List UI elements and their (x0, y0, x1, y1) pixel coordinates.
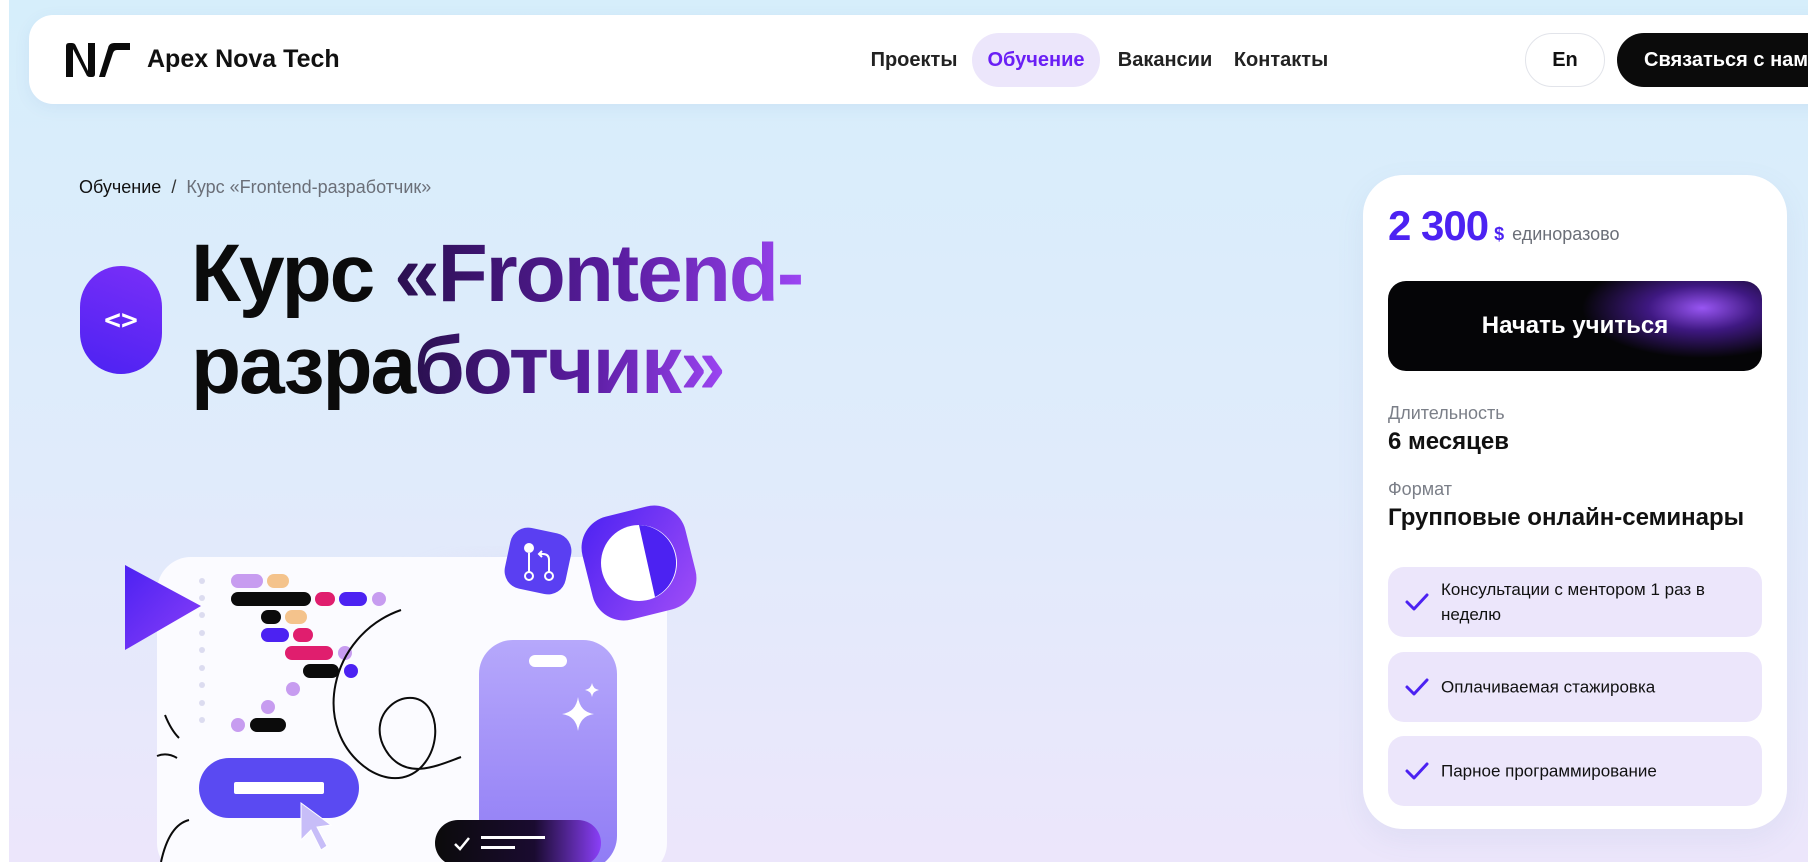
title-plain: Курс (191, 228, 395, 319)
feature-text: Парное программирование (1441, 761, 1657, 781)
price-row: 2 300 $ единоразово (1388, 202, 1620, 250)
brand-name[interactable]: Apex Nova Tech (147, 45, 340, 74)
duration-value: 6 месяцев (1388, 428, 1510, 455)
feature-text: Оплачиваемая стажировка (1441, 677, 1656, 697)
price-note: единоразово (1512, 224, 1620, 244)
language-button[interactable]: En (1525, 33, 1605, 87)
breadcrumb: Обучение / Курс «Frontend-разработчик» (79, 177, 431, 198)
nav-item-education[interactable]: Обучение (972, 33, 1100, 87)
code-icon: <> (80, 266, 162, 374)
page-title: Курс «Frontend-разработчик» (191, 228, 804, 412)
title-line2-plain: разра (191, 320, 416, 411)
contact-button[interactable]: Связаться с нами (1617, 33, 1808, 87)
format-label: Формат (1388, 479, 1452, 499)
title-accent-line2: ботчик» (414, 320, 726, 411)
duration-label: Длительность (1388, 403, 1505, 423)
breadcrumb-separator: / (171, 177, 177, 197)
price-value: 2 300 (1388, 202, 1489, 249)
course-card: 2 300 $ единоразово Начать учиться Длитель… (1363, 175, 1787, 829)
breadcrumb-parent-link[interactable]: Обучение (79, 177, 161, 197)
check-icon (1405, 762, 1429, 780)
check-icon (1405, 593, 1429, 611)
breadcrumb-current: Курс «Frontend-разработчик» (186, 177, 432, 197)
check-icon (1405, 678, 1429, 696)
feature-item: Оплачиваемая стажировка (1388, 652, 1762, 722)
nav-item-vacancies[interactable]: Вакансии (1109, 33, 1221, 87)
nav-item-contacts[interactable]: Контакты (1225, 33, 1337, 87)
nav-item-projects[interactable]: Проекты (861, 33, 967, 87)
page: Apex Nova Tech Проекты Обучение Вакансии… (9, 0, 1808, 862)
course-illustration (125, 505, 697, 862)
header: Apex Nova Tech Проекты Обучение Вакансии… (29, 15, 1808, 104)
price-currency: $ (1494, 224, 1505, 244)
feature-text: Консультации с ментором 1 раз в неделю (1441, 580, 1705, 624)
feature-item: Парное программирование (1388, 736, 1762, 806)
format-value: Групповые онлайн-семинары (1388, 504, 1745, 531)
checklist-pill (435, 820, 601, 862)
feature-item: Консультации с ментором 1 раз в неделю (1388, 567, 1762, 637)
logo-icon[interactable] (64, 41, 132, 79)
title-accent-line1: «Frontend- (394, 228, 804, 319)
start-learning-button[interactable]: Начать учиться (1388, 281, 1762, 371)
